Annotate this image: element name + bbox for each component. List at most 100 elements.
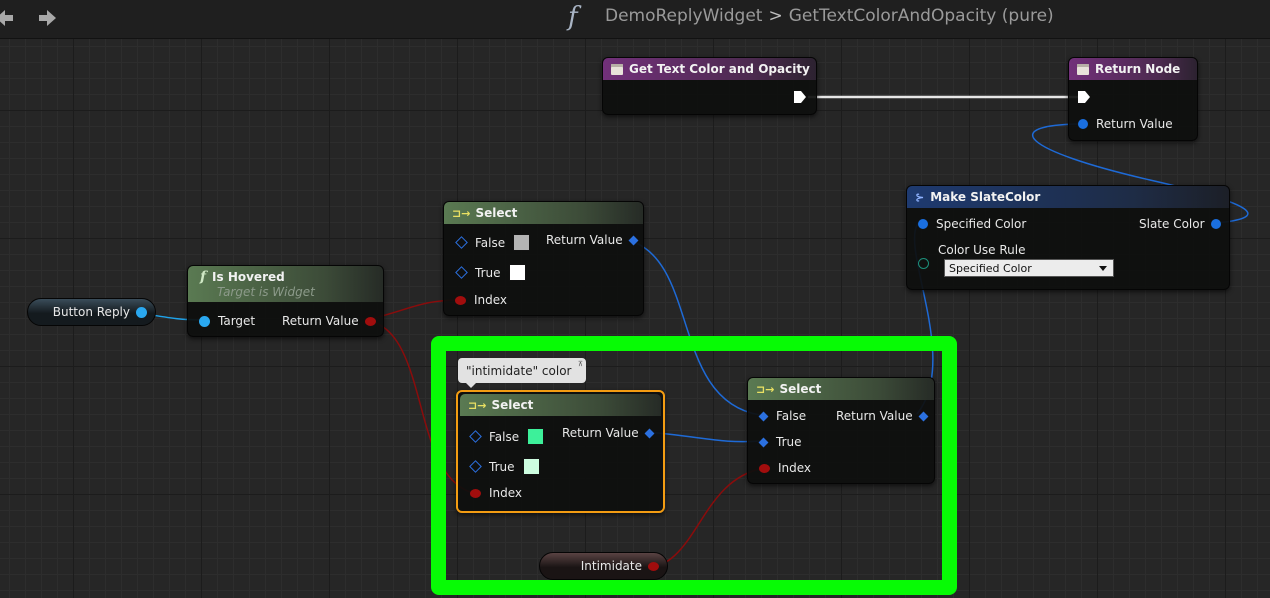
- node-title: Make SlateColor: [930, 190, 1041, 204]
- diamond-pin-icon: [455, 236, 468, 249]
- return-value-pin[interactable]: Return Value: [1078, 117, 1173, 131]
- pin-icon[interactable]: ⊼: [578, 360, 583, 368]
- return-node[interactable]: Return Node Return Value: [1068, 57, 1198, 141]
- is-hovered-node[interactable]: f Is Hovered Target is Widget Target Ret…: [187, 265, 384, 337]
- target-pin[interactable]: Target: [199, 314, 255, 328]
- diamond-pin-icon: [469, 430, 482, 443]
- false-pin[interactable]: False: [758, 409, 807, 423]
- diamond-pin-icon: [758, 411, 769, 421]
- color-swatch[interactable]: [527, 428, 545, 445]
- struct-pin-icon: [1210, 219, 1221, 229]
- struct-pin-icon: [1078, 119, 1088, 129]
- node-title: Return Node: [1095, 62, 1181, 76]
- diamond-pin-icon: [628, 235, 639, 245]
- index-pin[interactable]: Index: [470, 486, 522, 500]
- select-node-top[interactable]: ⊐→ Select False True Index Return Value: [443, 201, 644, 316]
- diamond-pin-icon: [918, 411, 929, 421]
- bool-pin-icon: [364, 316, 376, 326]
- select-node-inner[interactable]: ⊐→ Select False True Index Return Value: [456, 390, 665, 513]
- diamond-pin-icon: [469, 460, 482, 473]
- index-pin[interactable]: Index: [455, 293, 507, 307]
- entry-node-get-text-color[interactable]: Get Text Color and Opacity: [602, 57, 817, 115]
- pin-label: False: [475, 235, 506, 250]
- return-value-pin[interactable]: Return Value: [836, 409, 929, 423]
- breadcrumb-parent[interactable]: DemoReplyWidget: [605, 6, 762, 26]
- comment-text: "intimidate" color: [466, 363, 572, 378]
- variable-label: Button Reply: [52, 305, 130, 319]
- node-header: ⊐→ Select: [444, 202, 643, 224]
- event-node-icon: [611, 63, 623, 75]
- bool-pin-icon: [455, 295, 466, 305]
- true-pin[interactable]: True: [469, 458, 540, 475]
- true-pin[interactable]: True: [455, 264, 526, 281]
- specified-color-pin[interactable]: Specified Color: [918, 217, 1026, 231]
- function-f-icon: f: [568, 2, 578, 32]
- node-title: Select: [475, 206, 518, 220]
- object-pin-icon: [199, 315, 210, 327]
- node-title: Get Text Color and Opacity: [629, 62, 810, 76]
- exec-out-pin[interactable]: [793, 90, 807, 104]
- pin-label: Index: [778, 461, 812, 475]
- bool-pin-icon[interactable]: [648, 561, 659, 571]
- node-header: Get Text Color and Opacity: [603, 58, 816, 80]
- variable-label: Intimidate: [580, 559, 642, 573]
- true-pin[interactable]: True: [758, 435, 802, 449]
- make-slatecolor-node[interactable]: ⊱ Make SlateColor Specified Color Slate …: [906, 185, 1230, 290]
- breadcrumb: DemoReplyWidget > GetTextColorAndOpacity (…: [605, 6, 1060, 26]
- object-pin-icon[interactable]: [136, 306, 147, 318]
- pin-label: Return Value: [546, 233, 623, 247]
- diamond-pin-icon: [644, 428, 655, 438]
- slate-color-pin[interactable]: Slate Color: [1139, 217, 1221, 231]
- breadcrumb-separator: >: [768, 6, 783, 26]
- pin-label: Slate Color: [1139, 217, 1205, 231]
- false-pin[interactable]: False: [469, 428, 545, 445]
- exec-arrow-icon: [794, 91, 806, 103]
- forward-arrow-icon[interactable]: [36, 6, 60, 30]
- false-pin[interactable]: False: [455, 234, 531, 251]
- back-arrow-icon[interactable]: [0, 6, 16, 30]
- diamond-pin-icon: [758, 437, 769, 447]
- make-struct-icon: ⊱: [915, 190, 925, 204]
- event-node-icon: [1077, 63, 1089, 75]
- chevron-down-icon: [1099, 266, 1107, 271]
- button-reply-variable-node[interactable]: Button Reply: [27, 298, 156, 326]
- bool-pin-icon: [470, 488, 481, 498]
- exec-in-pin[interactable]: [1077, 90, 1091, 104]
- struct-pin-icon: [918, 219, 928, 229]
- pin-label: Target: [218, 314, 256, 328]
- pin-label: Index: [489, 486, 523, 500]
- select-node-icon: ⊐→: [452, 206, 471, 220]
- pin-label: Index: [474, 293, 508, 307]
- comment-bubble[interactable]: "intimidate" color ⊼: [458, 358, 586, 388]
- pin-label: True: [776, 435, 802, 449]
- color-swatch[interactable]: [522, 458, 540, 475]
- intimidate-variable-node[interactable]: Intimidate: [539, 552, 668, 580]
- color-use-rule-pin[interactable]: [918, 258, 937, 269]
- node-header: ⊐→ Select: [460, 394, 661, 416]
- return-value-pin[interactable]: Return Value: [546, 233, 639, 247]
- index-pin[interactable]: Index: [759, 461, 811, 475]
- pin-label: Return Value: [562, 426, 639, 440]
- top-toolbar: f DemoReplyWidget > GetTextColorAndOpacity…: [0, 0, 1270, 39]
- color-use-rule-label: Color Use Rule: [938, 243, 1026, 257]
- function-f-icon: f: [200, 269, 207, 285]
- node-header: ⊱ Make SlateColor: [907, 186, 1229, 208]
- diamond-pin-icon: [455, 266, 468, 279]
- pin-label: True: [475, 265, 501, 280]
- pin-label: False: [489, 429, 520, 444]
- return-value-pin[interactable]: Return Value: [562, 426, 655, 440]
- return-value-pin[interactable]: Return Value: [282, 314, 376, 328]
- select-node-right[interactable]: ⊐→ Select False True Index Return Value: [747, 377, 935, 484]
- color-swatch[interactable]: [513, 234, 531, 251]
- node-header: f Is Hovered Target is Widget: [188, 266, 383, 302]
- node-subtitle: Target is Widget: [217, 285, 315, 299]
- pin-label: False: [776, 409, 807, 423]
- color-swatch[interactable]: [508, 264, 526, 281]
- node-header: ⊐→ Select: [748, 378, 934, 400]
- dropdown-value: Specified Color: [949, 261, 1032, 275]
- exec-arrow-icon: [1078, 91, 1090, 103]
- color-use-rule-dropdown[interactable]: Specified Color: [944, 259, 1114, 277]
- pin-label: Return Value: [836, 409, 913, 423]
- pin-label: Return Value: [282, 314, 359, 328]
- bool-pin-icon: [759, 463, 770, 473]
